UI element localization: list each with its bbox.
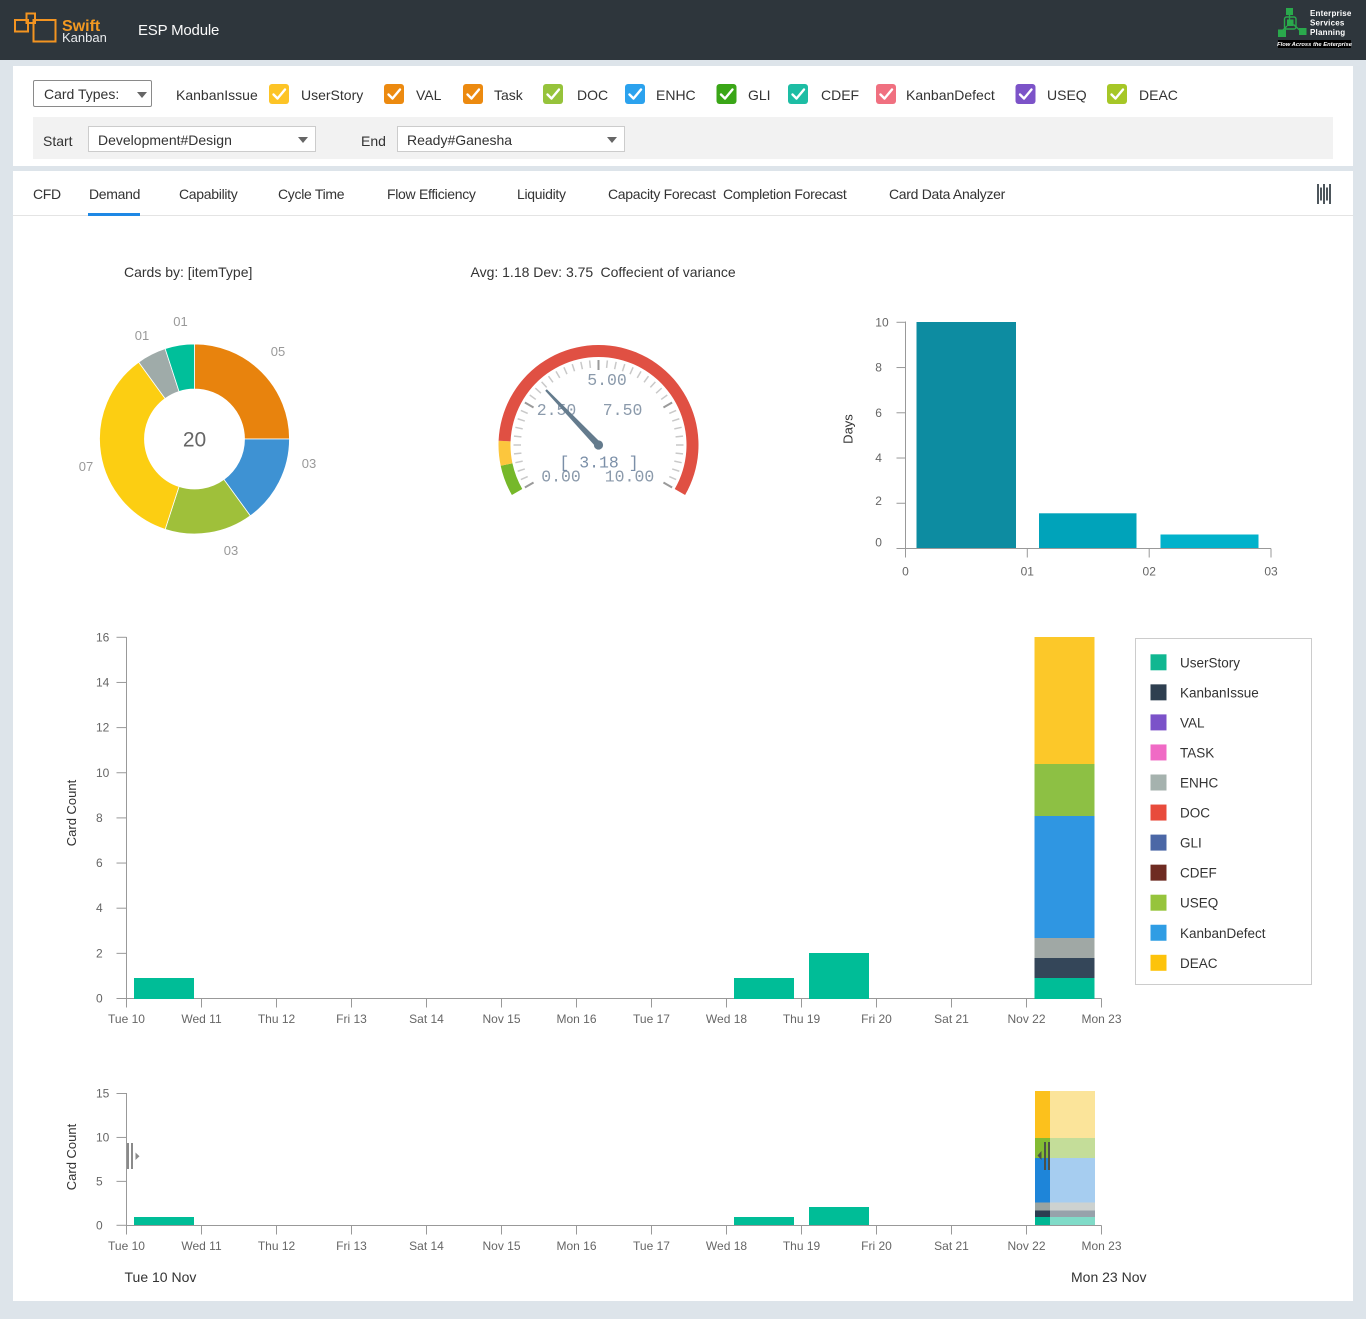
svg-text:Thu 12: Thu 12 bbox=[258, 1012, 296, 1026]
svg-text:8: 8 bbox=[96, 811, 103, 825]
svg-text:0: 0 bbox=[902, 565, 909, 579]
svg-text:UserStory: UserStory bbox=[1180, 655, 1240, 670]
svg-text:Wed 18: Wed 18 bbox=[706, 1012, 747, 1026]
svg-text:Nov 15: Nov 15 bbox=[482, 1012, 520, 1026]
svg-text:ENHC: ENHC bbox=[1180, 776, 1219, 791]
svg-text:4: 4 bbox=[875, 451, 882, 465]
svg-text:Fri 20: Fri 20 bbox=[861, 1239, 892, 1253]
svg-text:0: 0 bbox=[875, 536, 882, 550]
svg-text:VAL: VAL bbox=[1180, 715, 1205, 730]
svg-text:2: 2 bbox=[875, 494, 882, 508]
svg-text:Thu 19: Thu 19 bbox=[783, 1012, 821, 1026]
svg-text:KanbanIssue: KanbanIssue bbox=[1180, 685, 1259, 700]
svg-text:Mon 23: Mon 23 bbox=[1081, 1012, 1121, 1026]
svg-text:ESP Module: ESP Module bbox=[138, 22, 219, 39]
svg-text:CDEF: CDEF bbox=[1180, 866, 1217, 881]
svg-text:Fri 20: Fri 20 bbox=[861, 1012, 892, 1026]
svg-text:5.00: 5.00 bbox=[587, 371, 627, 390]
svg-text:Tue 17: Tue 17 bbox=[633, 1239, 670, 1253]
svg-text:Cards by: [itemType]: Cards by: [itemType] bbox=[124, 264, 252, 280]
svg-text:Thu 19: Thu 19 bbox=[783, 1239, 821, 1253]
svg-text:Mon 16: Mon 16 bbox=[556, 1012, 596, 1026]
svg-text:01: 01 bbox=[1021, 565, 1035, 579]
svg-text:07: 07 bbox=[79, 459, 93, 474]
svg-text:Fri 13: Fri 13 bbox=[336, 1012, 367, 1026]
svg-text:20: 20 bbox=[183, 429, 206, 452]
svg-text:Tue 10: Tue 10 bbox=[108, 1012, 145, 1026]
svg-text:Wed 18: Wed 18 bbox=[706, 1239, 747, 1253]
svg-text:7.50: 7.50 bbox=[603, 401, 643, 420]
svg-text:TASK: TASK bbox=[1180, 745, 1214, 760]
svg-text:Sat 21: Sat 21 bbox=[934, 1239, 969, 1253]
svg-text:Tue 10: Tue 10 bbox=[108, 1239, 145, 1253]
svg-text:DEAC: DEAC bbox=[1180, 956, 1218, 971]
svg-text:Card Count: Card Count bbox=[64, 1123, 79, 1190]
svg-text:02: 02 bbox=[1143, 565, 1157, 579]
svg-text:GLI: GLI bbox=[1180, 836, 1202, 851]
svg-text:0: 0 bbox=[96, 1218, 103, 1232]
svg-text:Mon 16: Mon 16 bbox=[556, 1239, 596, 1253]
svg-text:01: 01 bbox=[173, 314, 187, 329]
svg-text:6: 6 bbox=[96, 856, 103, 870]
svg-text:10: 10 bbox=[96, 1130, 110, 1144]
svg-text:Card Count: Card Count bbox=[64, 779, 79, 846]
svg-text:03: 03 bbox=[302, 456, 316, 471]
svg-text:Sat 14: Sat 14 bbox=[409, 1239, 444, 1253]
svg-text:KanbanDefect: KanbanDefect bbox=[1180, 926, 1266, 941]
svg-text:05: 05 bbox=[271, 344, 285, 359]
svg-text:14: 14 bbox=[96, 675, 110, 689]
svg-text:Kanban: Kanban bbox=[62, 30, 107, 45]
svg-text:Mon 23 Nov: Mon 23 Nov bbox=[1071, 1269, 1146, 1285]
svg-text:03: 03 bbox=[224, 543, 238, 558]
svg-text:Tue 10 Nov: Tue 10 Nov bbox=[125, 1269, 197, 1285]
svg-text:DOC: DOC bbox=[1180, 806, 1210, 821]
svg-text:Fri 13: Fri 13 bbox=[336, 1239, 367, 1253]
svg-text:10: 10 bbox=[96, 766, 110, 780]
svg-text:5: 5 bbox=[96, 1174, 103, 1188]
svg-text:6: 6 bbox=[875, 406, 882, 420]
svg-text:01: 01 bbox=[135, 328, 149, 343]
svg-text:15: 15 bbox=[96, 1087, 110, 1101]
svg-text:16: 16 bbox=[96, 630, 110, 644]
svg-text:Sat 21: Sat 21 bbox=[934, 1012, 969, 1026]
svg-text:Avg: 1.18 Dev: 3.75: Avg: 1.18 Dev: 3.75 bbox=[471, 264, 594, 280]
svg-text:0: 0 bbox=[96, 992, 103, 1006]
svg-text:03: 03 bbox=[1264, 565, 1278, 579]
svg-text:Mon 23: Mon 23 bbox=[1081, 1239, 1121, 1253]
svg-text:Wed 11: Wed 11 bbox=[181, 1012, 222, 1026]
svg-text:2: 2 bbox=[96, 946, 103, 960]
svg-text:Sat 14: Sat 14 bbox=[409, 1012, 444, 1026]
svg-text:12: 12 bbox=[96, 721, 110, 735]
svg-text:Nov 15: Nov 15 bbox=[482, 1239, 520, 1253]
svg-text:Planning: Planning bbox=[1310, 28, 1345, 37]
svg-text:Nov 22: Nov 22 bbox=[1007, 1012, 1045, 1026]
svg-text:4: 4 bbox=[96, 901, 103, 915]
svg-text:Days: Days bbox=[841, 414, 856, 444]
svg-text:Enterprise: Enterprise bbox=[1310, 9, 1352, 18]
svg-text:Flow Across the Enterprise: Flow Across the Enterprise bbox=[1277, 42, 1353, 48]
svg-text:Coffecient of variance: Coffecient of variance bbox=[601, 264, 736, 280]
svg-text:[ 3.18 ]: [ 3.18 ] bbox=[559, 454, 638, 473]
svg-text:Services: Services bbox=[1310, 19, 1345, 28]
svg-text:Thu 12: Thu 12 bbox=[258, 1239, 296, 1253]
svg-text:Tue 17: Tue 17 bbox=[633, 1012, 670, 1026]
svg-text:Wed 11: Wed 11 bbox=[181, 1239, 222, 1253]
svg-text:Nov 22: Nov 22 bbox=[1007, 1239, 1045, 1253]
svg-text:10: 10 bbox=[875, 315, 889, 329]
svg-text:USEQ: USEQ bbox=[1180, 896, 1218, 911]
svg-text:8: 8 bbox=[875, 361, 882, 375]
